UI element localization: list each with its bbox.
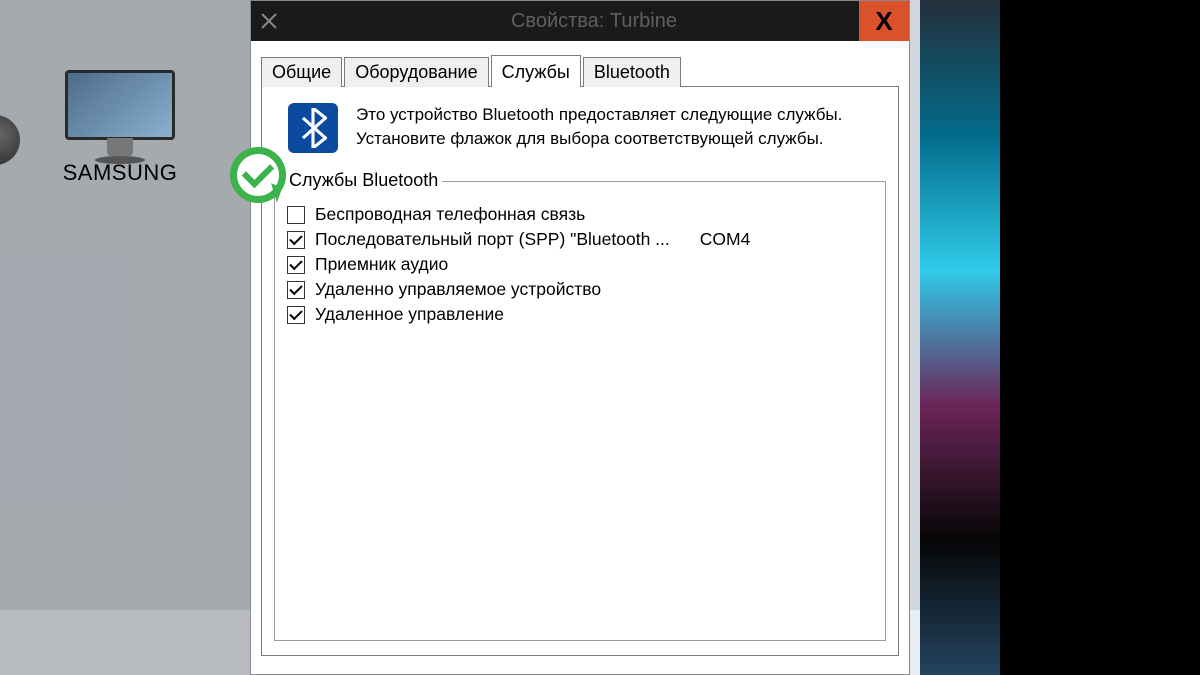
intro-line1: Это устройство Bluetooth предоставляет с… xyxy=(356,103,842,127)
fieldset-legend: Службы Bluetooth xyxy=(285,170,442,191)
tab-panel-services: Это устройство Bluetooth предоставляет с… xyxy=(261,86,899,656)
tabstrip: Общие Оборудование Службы Bluetooth xyxy=(261,55,899,87)
service-checkbox-4[interactable] xyxy=(287,306,305,324)
tab-label: Службы xyxy=(502,62,570,82)
service-checkbox-1[interactable] xyxy=(287,231,305,249)
intro-line2: Установите флажок для выбора соответству… xyxy=(356,127,842,151)
dialog-client: Общие Оборудование Службы Bluetooth Это … xyxy=(251,41,909,674)
close-button[interactable]: X xyxy=(859,1,909,41)
service-label: Последовательный порт (SPP) "Bluetooth .… xyxy=(315,229,670,250)
service-label: Приемник аудио xyxy=(315,254,448,275)
services-fieldset: Службы Bluetooth Беспроводная телефонная… xyxy=(274,181,886,641)
tab-label: Оборудование xyxy=(355,62,477,82)
service-row: Последовательный порт (SPP) "Bluetooth .… xyxy=(287,227,873,252)
annotation-check-badge xyxy=(230,147,286,203)
right-color-strip xyxy=(920,0,1000,675)
tab-label: Общие xyxy=(272,62,331,82)
service-label: Удаленное управление xyxy=(315,304,504,325)
services-list: Беспроводная телефонная связь Последоват… xyxy=(287,202,873,327)
service-label: Беспроводная телефонная связь xyxy=(315,204,585,225)
tab-label: Bluetooth xyxy=(594,62,670,82)
tab-hardware[interactable]: Оборудование xyxy=(344,57,488,87)
service-checkbox-2[interactable] xyxy=(287,256,305,274)
tab-services[interactable]: Службы xyxy=(491,55,581,87)
service-row: Беспроводная телефонная связь xyxy=(287,202,873,227)
service-row: Удаленно управляемое устройство xyxy=(287,277,873,302)
service-checkbox-0[interactable] xyxy=(287,206,305,224)
service-checkbox-3[interactable] xyxy=(287,281,305,299)
intro-text: Это устройство Bluetooth предоставляет с… xyxy=(356,103,842,151)
tab-general[interactable]: Общие xyxy=(261,57,342,87)
desktop-icon-samsung[interactable]: SAMSUNG xyxy=(40,70,200,186)
titlebar[interactable]: Свойства: Turbine X xyxy=(251,1,909,41)
window-title: Свойства: Turbine xyxy=(279,10,909,33)
service-label: Удаленно управляемое устройство xyxy=(315,279,601,300)
service-row: Удаленное управление xyxy=(287,302,873,327)
titlebar-icon xyxy=(259,11,279,31)
properties-dialog: Свойства: Turbine X Общие Оборудование С… xyxy=(250,0,910,675)
service-extra: COM4 xyxy=(700,229,751,250)
bluetooth-icon xyxy=(288,103,338,153)
intro-block: Это устройство Bluetooth предоставляет с… xyxy=(274,103,886,153)
service-row: Приемник аудио xyxy=(287,252,873,277)
tab-bluetooth[interactable]: Bluetooth xyxy=(583,57,681,87)
right-black-area xyxy=(1000,0,1200,675)
monitor-icon xyxy=(65,70,175,150)
